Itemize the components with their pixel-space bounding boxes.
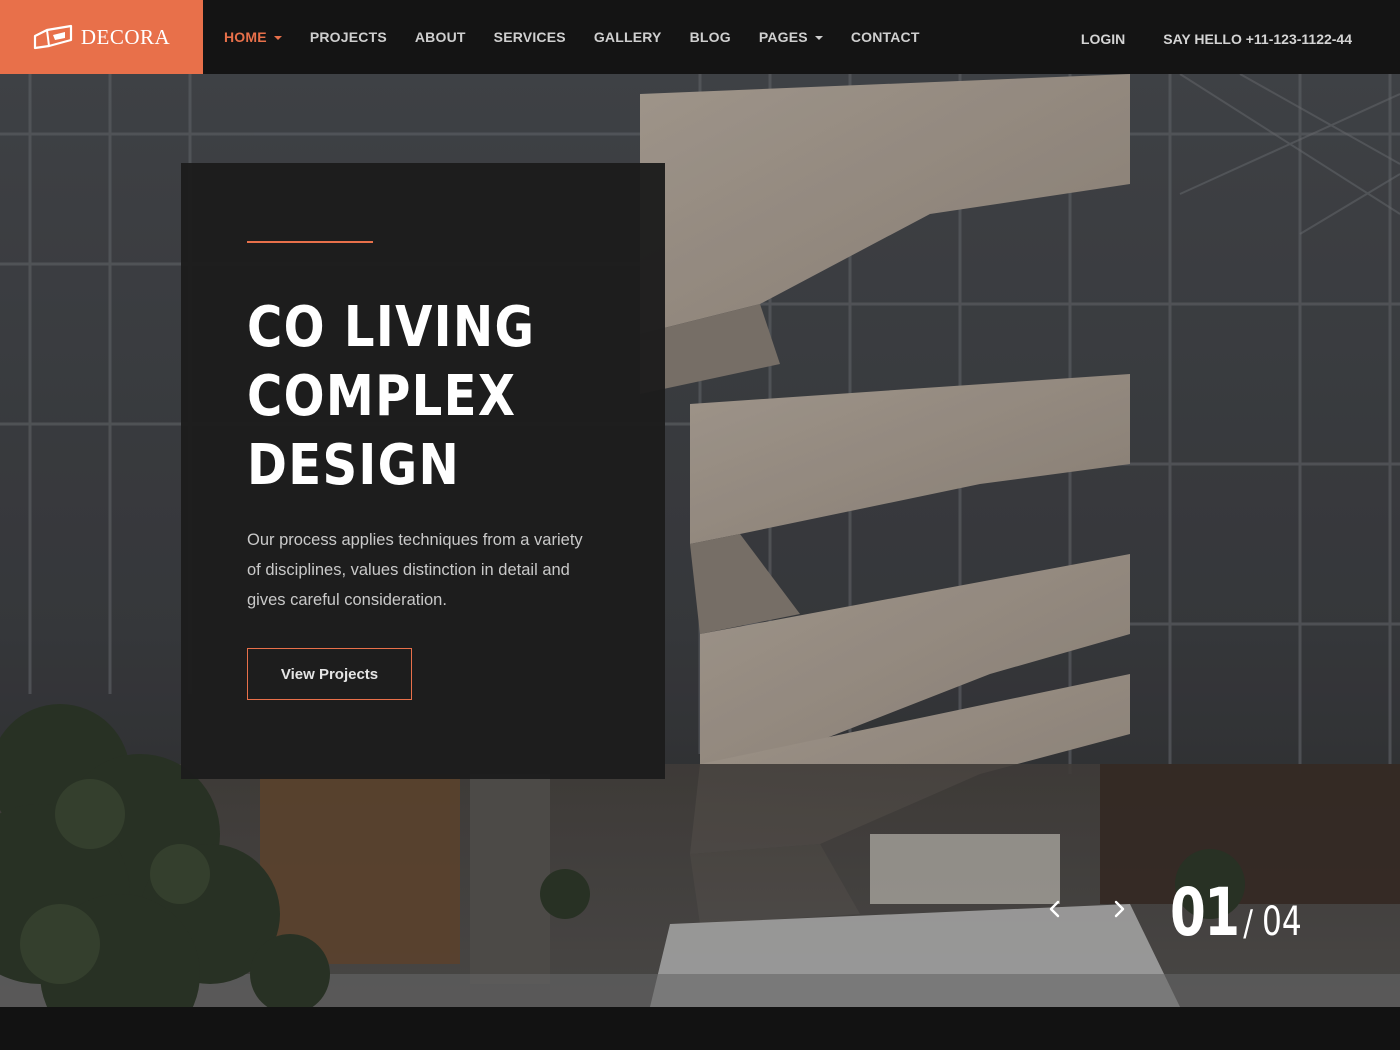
login-link[interactable]: LOGIN — [1081, 28, 1125, 47]
view-projects-button[interactable]: View Projects — [247, 648, 412, 700]
chevron-left-icon — [1049, 900, 1060, 918]
nav-item-label: PAGES — [758, 29, 808, 45]
chevron-right-icon — [1114, 900, 1125, 918]
hero-title-line: CO LIVING — [247, 295, 536, 360]
nav-item-label: BLOG — [689, 29, 731, 45]
nav-item-label: GALLERY — [593, 29, 662, 45]
nav-item-home[interactable]: HOME — [224, 0, 282, 74]
nav-item-label: CONTACT — [850, 29, 920, 45]
logo[interactable]: DECORA — [0, 0, 203, 74]
nav-item-gallery[interactable]: GALLERY — [594, 0, 662, 74]
accent-divider — [247, 241, 373, 243]
nav-item-blog[interactable]: BLOG — [690, 0, 731, 74]
slide-counter: 01 / 04 — [1170, 874, 1313, 951]
hero-card: CO LIVING COMPLEX DESIGN Our process app… — [181, 163, 665, 779]
nav-item-projects[interactable]: PROJECTS — [310, 0, 387, 74]
logo-text: DECORA — [80, 24, 171, 49]
hero-title-line: COMPLEX — [247, 364, 517, 429]
logo-mark-icon — [33, 24, 72, 50]
main-nav: HOME PROJECTS ABOUT SERVICES GALLERY BLO… — [203, 0, 948, 74]
caret-down-icon — [814, 36, 823, 40]
nav-item-label: HOME — [224, 29, 267, 45]
slide-current-number: 01 — [1170, 874, 1240, 951]
slider-next-button[interactable] — [1107, 897, 1131, 921]
page-bottom-strip — [0, 1007, 1400, 1050]
nav-item-label: ABOUT — [414, 29, 466, 45]
nav-item-about[interactable]: ABOUT — [415, 0, 466, 74]
hero-description: Our process applies techniques from a va… — [247, 531, 583, 609]
header-right: LOGIN SAY HELLO +11-123-1122-44 — [1081, 0, 1352, 74]
slide-counter-separator: / — [1243, 903, 1253, 944]
say-hello-phone[interactable]: SAY HELLO +11-123-1122-44 — [1163, 28, 1352, 47]
hero-title-line: DESIGN — [247, 433, 461, 498]
caret-down-icon — [273, 36, 282, 40]
slide-total-number: 04 — [1262, 899, 1302, 945]
nav-item-services[interactable]: SERVICES — [494, 0, 566, 74]
hero-slider: CO LIVING COMPLEX DESIGN Our process app… — [0, 74, 1400, 1007]
hero-title: CO LIVING COMPLEX DESIGN — [247, 293, 591, 500]
site-header: DECORA HOME PROJECTS ABOUT SERVICES GALL… — [0, 0, 1400, 74]
nav-item-label: PROJECTS — [309, 29, 387, 45]
nav-item-label: SERVICES — [493, 29, 566, 45]
nav-item-pages[interactable]: PAGES — [759, 0, 823, 74]
slider-prev-button[interactable] — [1043, 897, 1067, 921]
nav-item-contact[interactable]: CONTACT — [851, 0, 920, 74]
